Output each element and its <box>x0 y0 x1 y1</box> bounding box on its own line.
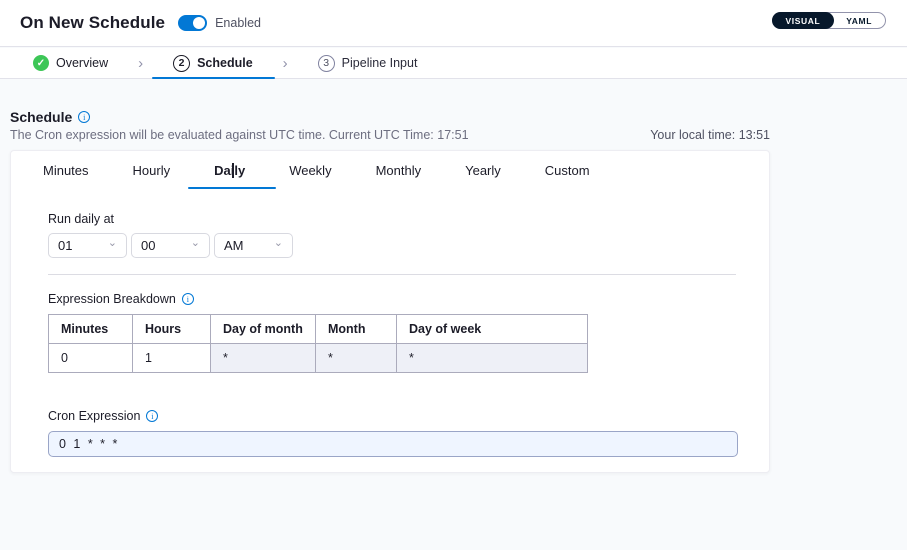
run-daily-at-label: Run daily at <box>48 212 114 226</box>
col-header-day-of-week: Day of week <box>397 315 588 344</box>
tab-hourly[interactable]: Hourly <box>133 151 171 189</box>
tab-weekly[interactable]: Weekly <box>289 151 331 189</box>
minute-select-value: 00 <box>141 238 155 253</box>
toggle-knob <box>193 17 205 29</box>
local-time-text: Your local time: 13:51 <box>650 128 770 142</box>
enabled-toggle-label: Enabled <box>215 16 261 30</box>
step-schedule[interactable]: 2 Schedule <box>173 48 253 78</box>
toggle-switch-icon[interactable] <box>178 15 207 31</box>
cron-expression-text: Cron Expression <box>48 409 140 423</box>
schedule-section-heading: Schedule <box>10 109 90 125</box>
trigger-schedule-page: On New Schedule Enabled VISUAL YAML Over… <box>0 0 907 550</box>
chevron-down-icon <box>274 241 283 247</box>
step-schedule-label: Schedule <box>197 56 253 70</box>
col-header-month: Month <box>316 315 397 344</box>
tab-minutes[interactable]: Minutes <box>43 151 89 189</box>
visual-view-button[interactable]: VISUAL <box>772 12 835 29</box>
hour-select[interactable]: 01 <box>48 233 127 258</box>
table-value-row: 0 1 * * * <box>49 344 588 373</box>
wizard-stepper: Overview 2 Schedule 3 Pipeline Input <box>0 48 907 79</box>
step-pipeline-input[interactable]: 3 Pipeline Input <box>318 48 418 78</box>
visual-yaml-switch: VISUAL YAML <box>772 12 886 29</box>
step-overview-label: Overview <box>56 56 108 70</box>
text-cursor-artifact <box>232 163 234 178</box>
yaml-view-button[interactable]: YAML <box>833 13 885 28</box>
info-icon[interactable] <box>78 111 90 123</box>
info-icon[interactable] <box>146 410 158 422</box>
tab-daily[interactable]: Daily <box>214 151 245 189</box>
cron-expression-input[interactable] <box>48 431 738 457</box>
chevron-right-icon <box>138 56 143 71</box>
frequency-tabs: Minutes Hourly Daily Weekly Monthly Year… <box>43 151 590 189</box>
enabled-toggle[interactable]: Enabled <box>178 15 261 31</box>
table-header-row: Minutes Hours Day of month Month Day of … <box>49 315 588 344</box>
step-overview[interactable]: Overview <box>33 48 108 78</box>
day-of-week-value-cell: * <box>397 344 588 373</box>
info-icon[interactable] <box>182 293 194 305</box>
col-header-hours: Hours <box>133 315 211 344</box>
hour-select-value: 01 <box>58 238 72 253</box>
tab-daily-label: Daily <box>214 163 245 178</box>
section-divider <box>48 274 736 275</box>
schedule-heading-text: Schedule <box>10 109 72 125</box>
expression-breakdown-table: Minutes Hours Day of month Month Day of … <box>48 314 588 373</box>
month-value-cell: * <box>316 344 397 373</box>
meridiem-select[interactable]: AM <box>214 233 293 258</box>
utc-time-description: The Cron expression will be evaluated ag… <box>10 128 469 142</box>
expression-breakdown-text: Expression Breakdown <box>48 292 176 306</box>
meridiem-select-value: AM <box>224 238 244 253</box>
tab-custom[interactable]: Custom <box>545 151 590 189</box>
day-of-month-value-cell: * <box>211 344 316 373</box>
tab-yearly[interactable]: Yearly <box>465 151 501 189</box>
title-bar: On New Schedule Enabled VISUAL YAML <box>0 0 907 47</box>
col-header-day-of-month: Day of month <box>211 315 316 344</box>
chevron-right-icon <box>283 56 288 71</box>
check-circle-icon <box>33 55 49 71</box>
minutes-value-cell: 0 <box>49 344 133 373</box>
hours-value-cell: 1 <box>133 344 211 373</box>
minute-select[interactable]: 00 <box>131 233 210 258</box>
time-selectors: 01 00 AM <box>48 233 293 258</box>
page-title: On New Schedule <box>20 13 165 33</box>
step-2-number-icon: 2 <box>173 55 190 72</box>
step-3-number-icon: 3 <box>318 55 335 72</box>
schedule-card: Minutes Hourly Daily Weekly Monthly Year… <box>10 150 770 473</box>
chevron-down-icon <box>108 241 117 247</box>
cron-expression-label: Cron Expression <box>48 409 158 423</box>
chevron-down-icon <box>191 241 200 247</box>
step-pipeline-input-label: Pipeline Input <box>342 56 418 70</box>
tab-monthly[interactable]: Monthly <box>376 151 422 189</box>
col-header-minutes: Minutes <box>49 315 133 344</box>
expression-breakdown-label: Expression Breakdown <box>48 292 194 306</box>
